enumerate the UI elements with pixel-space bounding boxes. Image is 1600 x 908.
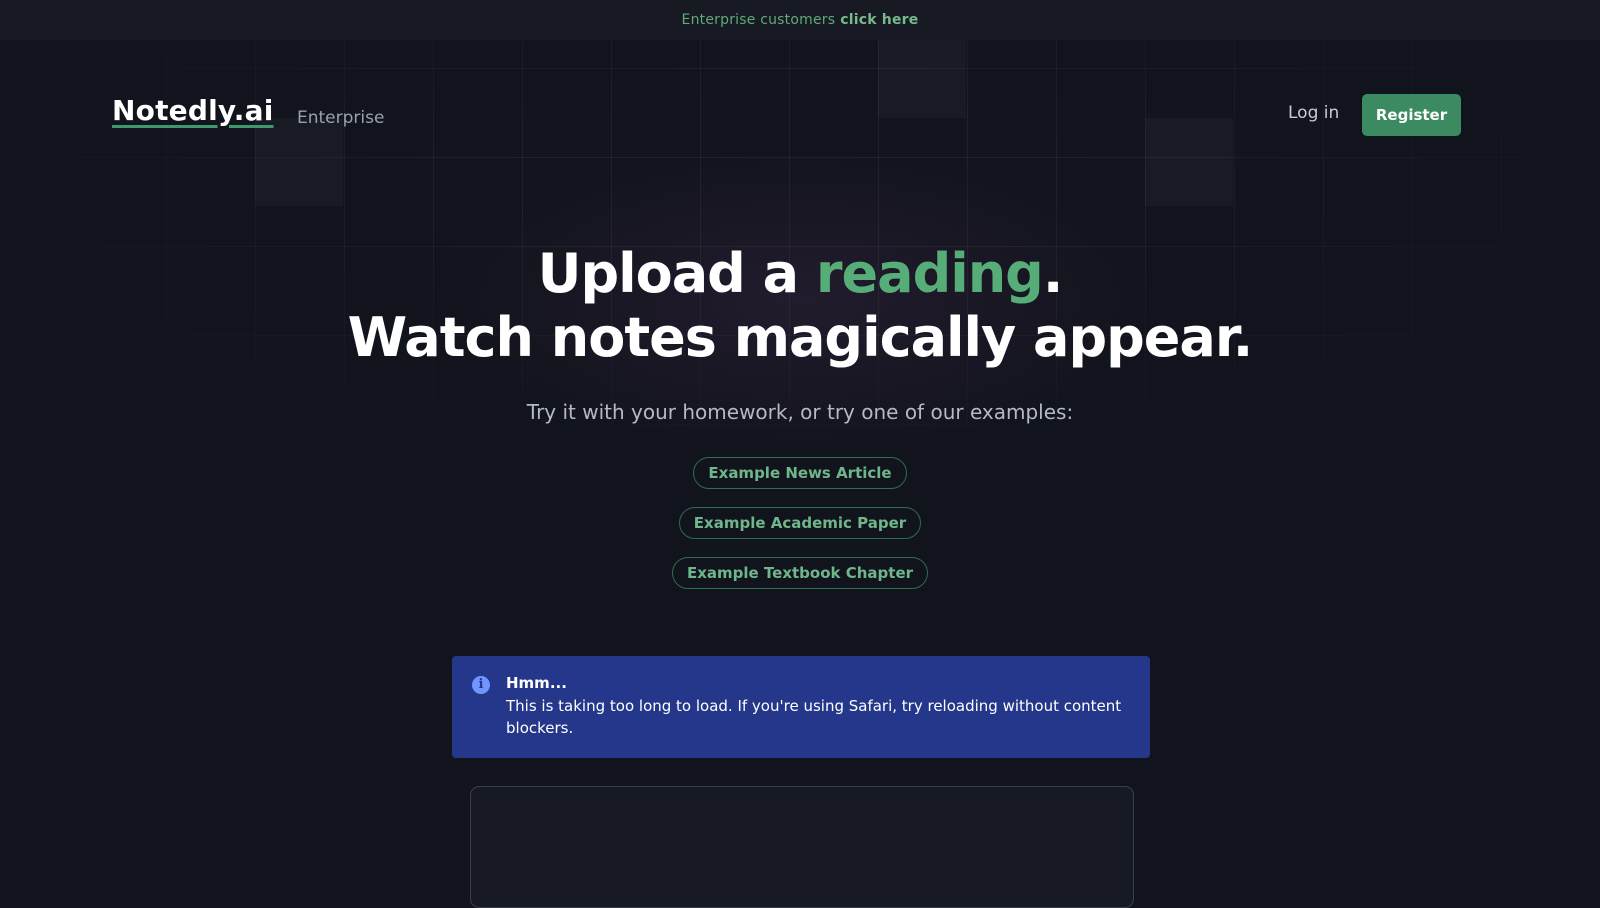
grid-highlight-cell <box>1145 118 1233 206</box>
upload-area[interactable] <box>470 786 1134 908</box>
hero-line-1-start: Upload a <box>537 242 816 305</box>
example-buttons: Example News Article Example Academic Pa… <box>0 457 1600 589</box>
login-link[interactable]: Log in <box>1288 103 1339 123</box>
hero-accent-word: reading <box>815 242 1044 305</box>
register-button[interactable]: Register <box>1362 94 1461 136</box>
logo[interactable]: Notedly.ai <box>112 94 274 127</box>
example-textbook-chapter-button[interactable]: Example Textbook Chapter <box>671 557 929 589</box>
info-icon: i <box>472 676 490 694</box>
hero-line-2: Watch notes magically appear. <box>347 306 1254 369</box>
hero-heading: Upload a reading. Watch notes magically … <box>0 242 1600 370</box>
grid-highlight-cell <box>255 118 343 206</box>
announcement-link[interactable]: click here <box>840 12 918 28</box>
loading-alert: i Hmm... This is taking too long to load… <box>452 656 1150 758</box>
grid-highlight-cell <box>878 40 966 118</box>
hero-line-1: Upload a reading. <box>0 242 1600 306</box>
hero-subtitle: Try it with your homework, or try one of… <box>526 400 1074 424</box>
announcement-text: Enterprise customers <box>681 12 836 28</box>
nav-enterprise-link[interactable]: Enterprise <box>297 108 384 128</box>
announcement-bar: Enterprise customers click here <box>0 0 1600 40</box>
example-news-article-button[interactable]: Example News Article <box>693 457 907 489</box>
hero-line-1-end: . <box>1042 242 1063 305</box>
example-academic-paper-button[interactable]: Example Academic Paper <box>678 507 922 539</box>
alert-title: Hmm... <box>506 674 567 692</box>
alert-body: This is taking too long to load. If you'… <box>506 697 1122 737</box>
